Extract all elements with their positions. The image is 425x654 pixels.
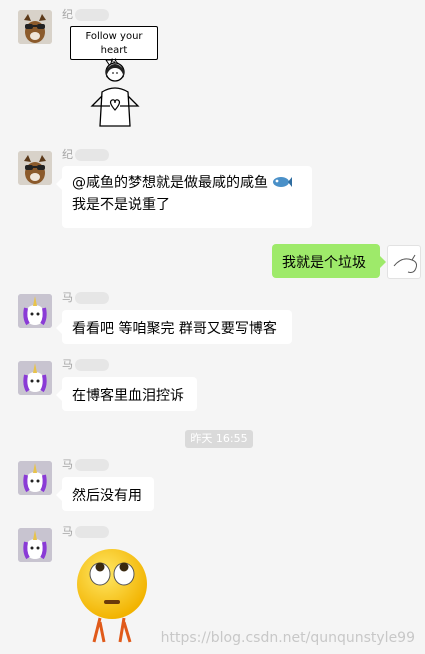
fish-emoji-icon	[273, 177, 293, 187]
message-text: 我就是个垃圾	[282, 255, 366, 271]
watermark: https://blog.csdn.net/qunqunstyle99	[160, 630, 415, 646]
sketch-avatar-icon	[393, 254, 417, 273]
rolling-eyes-emoji-icon	[77, 549, 147, 643]
avatar[interactable]	[18, 10, 52, 44]
avatar[interactable]	[18, 461, 52, 495]
self-avatar[interactable]	[387, 245, 421, 279]
sender-name: 马	[62, 289, 109, 305]
emoji-sticker[interactable]	[74, 548, 150, 646]
dog-avatar-icon	[18, 10, 52, 44]
message-bubble[interactable]: 在博客里血泪控诉	[56, 377, 197, 411]
unicorn-avatar-icon	[18, 461, 52, 495]
avatar[interactable]	[18, 151, 52, 185]
message-bubble[interactable]: 看看吧 等咱聚完 群哥又要写博客	[56, 310, 292, 344]
message-bubble[interactable]: @咸鱼的梦想就是做最咸的咸鱼 我是不是说重了	[56, 166, 312, 228]
avatar[interactable]	[18, 294, 52, 328]
sender-name: 马	[62, 356, 109, 372]
sticker-image[interactable]: Follow your heart 怂	[70, 26, 160, 128]
avatar[interactable]	[18, 528, 52, 562]
sender-name: 马	[62, 523, 109, 539]
unicorn-avatar-icon	[18, 294, 52, 328]
timestamp: 昨天 16:55	[185, 430, 253, 448]
message-bubble[interactable]: 然后没有用	[56, 477, 154, 511]
unicorn-avatar-icon	[18, 528, 52, 562]
message-text: 看看吧 等咱聚完 群哥又要写博客	[72, 321, 277, 337]
unicorn-avatar-icon	[18, 361, 52, 395]
message-bubble[interactable]: 我就是个垃圾	[272, 244, 386, 278]
sender-name: 纪	[62, 6, 109, 22]
heart-hands-girl-icon	[90, 59, 140, 127]
message-text-line2: 我是不是说重了	[72, 197, 170, 213]
message-text: 然后没有用	[72, 488, 142, 504]
dog-avatar-icon	[18, 151, 52, 185]
message-text: 在博客里血泪控诉	[72, 388, 184, 404]
avatar[interactable]	[18, 361, 52, 395]
sender-name: 马	[62, 456, 109, 472]
message-text: @咸鱼的梦想就是做最咸的咸鱼	[72, 175, 268, 191]
sender-name: 纪	[62, 146, 109, 162]
